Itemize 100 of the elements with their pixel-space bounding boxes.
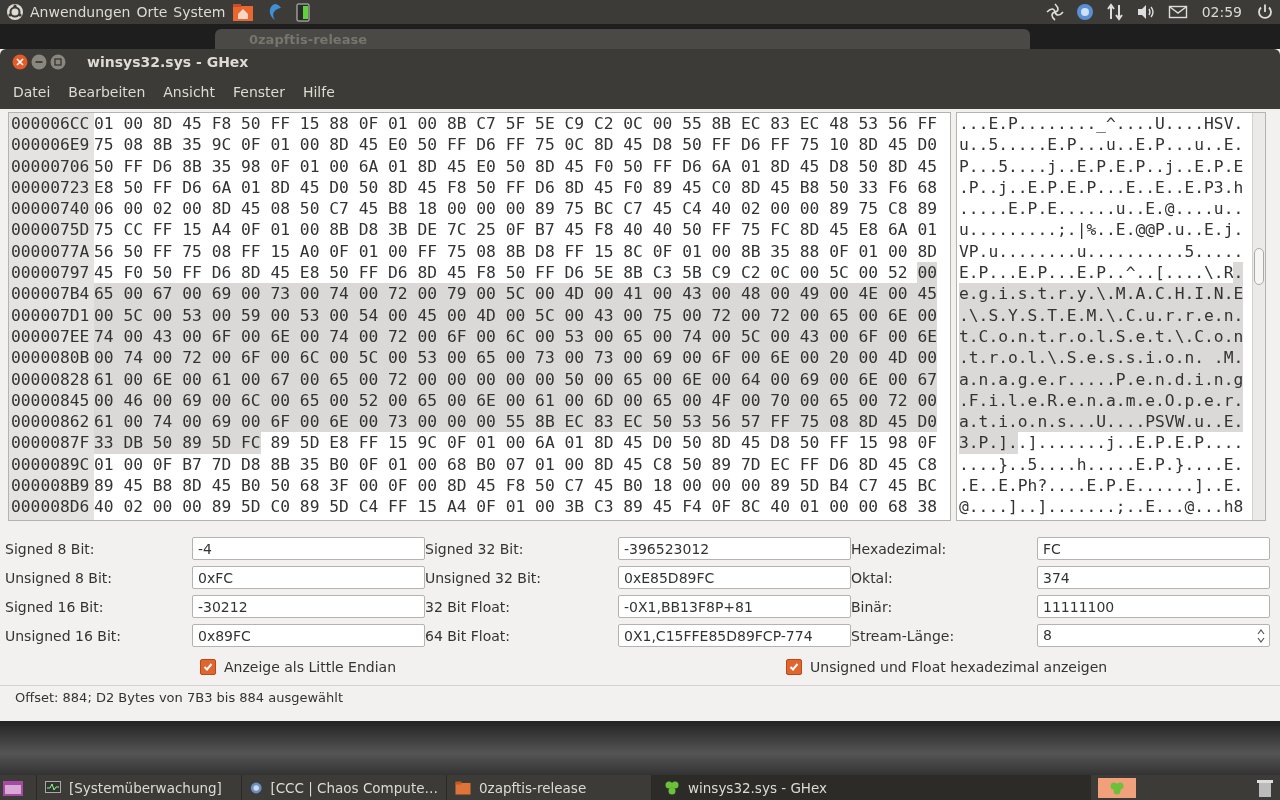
ascii-text[interactable]: u.........;.|%..E.@@P.u..E.j. <box>959 219 1244 241</box>
field-label: 64 Bit Float: <box>425 627 511 644</box>
ascii-text[interactable]: a.t.i.o.n.s...U....PSVW.u..E. <box>959 411 1244 433</box>
power-icon[interactable] <box>1256 3 1274 21</box>
ascii-text[interactable]: @....]..].......;..E...@...h8 <box>959 496 1244 518</box>
close-icon[interactable] <box>12 53 28 70</box>
hex-bytes[interactable]: 40 02 00 00 89 5D C0 89 5D C4 FF 15 A4 0F 01 00 3B C3 89 45 F4 0F 8C 40 01 00 00 68 38 <box>94 496 937 518</box>
network-arrows-icon[interactable] <box>1105 3 1124 21</box>
hex-bytes[interactable]: 00 <box>917 262 937 284</box>
hex-bytes[interactable]: 01 00 0F B7 7D D8 8B 35 B0 0F 01 00 68 B0 07 01 00 8D 45 C8 50 89 7D EC FF D6 8D 45 C8 <box>94 453 937 476</box>
ascii-text[interactable]: .E..E.Ph?....E.P.E......]..E. <box>959 475 1244 497</box>
battery-icon[interactable] <box>295 2 310 22</box>
value-field[interactable]: -30212 <box>192 595 425 618</box>
value-field[interactable]: 0X1,C15FFE85D89FCP-774 <box>618 624 851 647</box>
hex-bytes[interactable]: 06 00 02 00 8D 45 08 50 C7 45 B8 18 00 00 00 89 75 BC C7 45 C4 40 02 00 00 89 75 C8 89 <box>94 198 937 220</box>
offset-label: 00000845 <box>11 389 91 412</box>
workspace-switcher-icon[interactable] <box>1098 777 1136 798</box>
ascii-text[interactable]: 3.P.]. <box>959 432 1018 454</box>
menu-item[interactable]: Hilfe <box>302 83 335 100</box>
offset-label: 0000089C <box>11 453 91 476</box>
checkbox[interactable] <box>200 659 216 675</box>
ascii-text[interactable]: P...5....j..E.P.E.P..j..E.P.E <box>959 155 1244 177</box>
ascii-text[interactable]: .\.S.Y.S.T.E.M.\.C.u.r.r.e.n. <box>959 304 1244 326</box>
offset-label: 000006E9 <box>11 134 91 156</box>
menu-item[interactable]: Datei <box>13 83 51 100</box>
menu-item[interactable]: Fenster <box>233 83 285 100</box>
hex-bytes[interactable]: 00 5C 00 53 00 59 00 53 00 54 00 45 00 4D 00 5C 00 43 00 75 00 72 00 72 00 65 00 6E 00 <box>94 304 937 326</box>
hex-bytes[interactable]: 74 00 43 00 6F 00 6E 00 74 00 72 00 6F 00 6C 00 53 00 65 00 74 00 5C 00 43 00 6F 00 6E <box>94 325 937 348</box>
scrollbar[interactable] <box>1252 113 1265 520</box>
value-field[interactable]: -4 <box>192 537 425 560</box>
hex-bytes[interactable]: 61 00 6E 00 61 00 67 00 65 00 72 00 00 00 00 00 50 00 65 00 6E 00 64 00 69 00 6E 00 67 <box>94 368 937 390</box>
ascii-text[interactable]: .....E.P.E......u..E.@....u.. <box>959 198 1244 220</box>
checkbox-label[interactable]: Unsigned und Float hexadezimal anzeigen <box>810 659 1108 675</box>
offset-label: 000007B4 <box>11 283 91 305</box>
hex-bytes[interactable]: 75 CC FF 15 A4 0F 01 00 8B D8 3B DE 7C 25 0F B7 45 F8 40 40 50 FF 75 FC 8D 45 E8 6A 01 <box>94 219 937 241</box>
menu-item[interactable]: Ansicht <box>163 83 215 100</box>
spin-field[interactable]: 8 <box>1037 624 1270 647</box>
ubuntu-logo-icon[interactable] <box>6 3 24 21</box>
offset-label: 000008B9 <box>11 475 91 497</box>
hex-bytes[interactable]: 01 00 8D 45 F8 50 FF 15 88 0F 01 00 8B C7 5F 5E C9 C2 0C 00 55 8B EC 83 EC 48 53 56 FF <box>94 113 937 135</box>
checkbox[interactable] <box>786 659 803 675</box>
panel-menu[interactable]: Anwendungen <box>30 4 131 20</box>
value-field[interactable]: 374 <box>1037 566 1270 589</box>
hex-bytes[interactable]: 56 50 FF 75 08 FF 15 A0 0F 01 00 FF 75 08 8B D8 FF 15 8C 0F 01 00 8B 35 88 0F 01 00 8D <box>94 240 937 263</box>
value-field[interactable]: -0X1,BB13F8P+81 <box>618 595 851 618</box>
ascii-text[interactable]: e.g.i.s.t.r.y.\.M.A.C.H.I.N.E <box>959 283 1244 305</box>
panel-menu[interactable]: System <box>173 4 226 20</box>
offset-label: 0000077A <box>11 240 91 263</box>
maximize-icon[interactable] <box>50 53 66 70</box>
hex-bytes[interactable]: E8 50 FF D6 6A 01 8D 45 D0 50 8D 45 F8 50 FF D6 8D 45 F0 89 45 C0 8D 45 B8 50 33 F6 68 <box>94 176 937 199</box>
offset-label: 000007EE <box>11 325 91 348</box>
home-folder-icon[interactable] <box>231 2 254 22</box>
hex-bytes[interactable]: 61 00 74 00 69 00 6F 00 6E 00 73 00 00 00 55 8B EC 83 EC 50 53 56 57 FF 75 08 8D 45 D0 <box>94 411 937 433</box>
hex-bytes[interactable]: 89 45 B8 8D 45 B0 50 68 3F 00 0F 00 8D 45 F8 50 C7 45 B0 18 00 00 00 89 5D B4 C7 45 BC <box>94 475 937 497</box>
field-label: Signed 8 Bit: <box>5 540 96 557</box>
value-field[interactable]: FC <box>1037 537 1270 560</box>
checkbox-label[interactable]: Anzeige als Little Endian <box>224 659 397 675</box>
offset-label: 0000087F <box>11 432 91 454</box>
hex-bytes[interactable]: 50 FF D6 8B 35 98 0F 01 00 6A 01 8D 45 E0 50 8D 45 F0 50 FF D6 6A 01 8D 45 D8 50 8D 45 <box>94 155 937 177</box>
field-label: Unsigned 8 Bit: <box>5 569 114 586</box>
trash-icon[interactable] <box>1256 777 1274 798</box>
value-field[interactable]: 0x89FC <box>192 624 425 647</box>
panel-menu[interactable]: Orte <box>136 4 168 20</box>
ascii-text[interactable]: VP.u........u..........5..... <box>959 240 1244 263</box>
ascii-text[interactable]: t.C.o.n.t.r.o.l.S.e.t.\.C.o.n <box>959 325 1244 348</box>
ascii-text[interactable]: u..5.....E.P...u..E.P...u..E. <box>959 134 1244 156</box>
ascii-text[interactable]: E.P...E.P...E.P..^..[....\.R <box>959 262 1234 284</box>
hex-bytes[interactable]: 89 5D E8 FF 15 9C 0F 01 00 6A 01 8D 45 D0 50 8D 45 D8 50 FF 15 98 0F <box>270 432 937 454</box>
offset-label: 00000740 <box>11 198 91 220</box>
scrollbar-thumb[interactable] <box>1254 248 1264 285</box>
value-field[interactable]: 0xFC <box>192 566 425 589</box>
value-field[interactable]: 11111100 <box>1037 595 1270 618</box>
ascii-text[interactable]: .].......j..E.P.E.P.... <box>1017 432 1244 454</box>
ascii-text[interactable]: ...E.P........_^....U....HSV. <box>959 113 1244 135</box>
ascii-text[interactable]: . <box>1233 262 1244 284</box>
clover-icon <box>664 779 680 796</box>
speaker-icon[interactable] <box>1135 3 1156 21</box>
taskbar-button[interactable]: [CCC | Chaos Compute… <box>241 775 446 800</box>
offset-label: 00000723 <box>11 176 91 199</box>
menu-item[interactable]: Bearbeiten <box>68 83 146 100</box>
hex-bytes[interactable]: 65 00 67 00 69 00 73 00 74 00 72 00 79 00 5C 00 4D 00 41 00 43 00 48 00 49 00 4E 00 45 <box>94 283 937 305</box>
spin-arrows-icon[interactable] <box>1257 627 1265 644</box>
envelope-icon[interactable] <box>1167 4 1188 20</box>
ascii-text[interactable]: .F.i.l.e.R.e.n.a.m.e.O.p.e.r. <box>959 389 1244 412</box>
ascii-text[interactable]: a.n.a.g.e.r.....P.e.n.d.i.n.g <box>959 368 1244 390</box>
hex-bytes[interactable]: 33 DB 50 89 5D FC <box>94 432 261 454</box>
value-field[interactable]: 0xE85D89FC <box>618 566 851 589</box>
ascii-text[interactable]: ....}..5....h.....E.P.}....E. <box>959 453 1244 476</box>
hex-bytes[interactable]: 45 F0 50 FF D6 8D 45 E8 50 FF D6 8D 45 F8 50 FF D6 5E 8B C3 5B C9 C2 0C 00 5C 00 52 <box>94 262 908 284</box>
taskbar-button[interactable]: winsys32.sys - GHex <box>651 775 1091 800</box>
globe-icon[interactable] <box>1075 3 1094 21</box>
hex-bytes[interactable]: 00 74 00 72 00 6F 00 6C 00 5C 00 53 00 65 00 73 00 73 00 69 00 6F 00 6E 00 20 00 4D 00 <box>94 347 937 369</box>
clock[interactable]: 02:59 <box>1201 4 1242 20</box>
ascii-text[interactable]: .t.r.o.l.\.S.e.s.s.i.o.n. .M. <box>959 347 1244 369</box>
value-field[interactable]: -396523012 <box>618 537 851 560</box>
checkmark-icon <box>203 662 213 672</box>
hex-bytes[interactable]: 00 46 00 69 00 6C 00 65 00 52 00 65 00 6E 00 61 00 6D 00 65 00 4F 00 70 00 65 00 72 00 <box>94 389 937 412</box>
hex-bytes[interactable]: 75 08 8B 35 9C 0F 01 00 8D 45 E0 50 FF D6 FF 75 0C 8D 45 D8 50 FF D6 FF 75 10 8D 45 D0 <box>94 134 937 156</box>
taskbar-button[interactable]: [Systemüberwachung] <box>36 775 241 800</box>
ascii-text[interactable]: .P..j..E.P.E.P...E..E..E.P3.h <box>959 176 1244 199</box>
